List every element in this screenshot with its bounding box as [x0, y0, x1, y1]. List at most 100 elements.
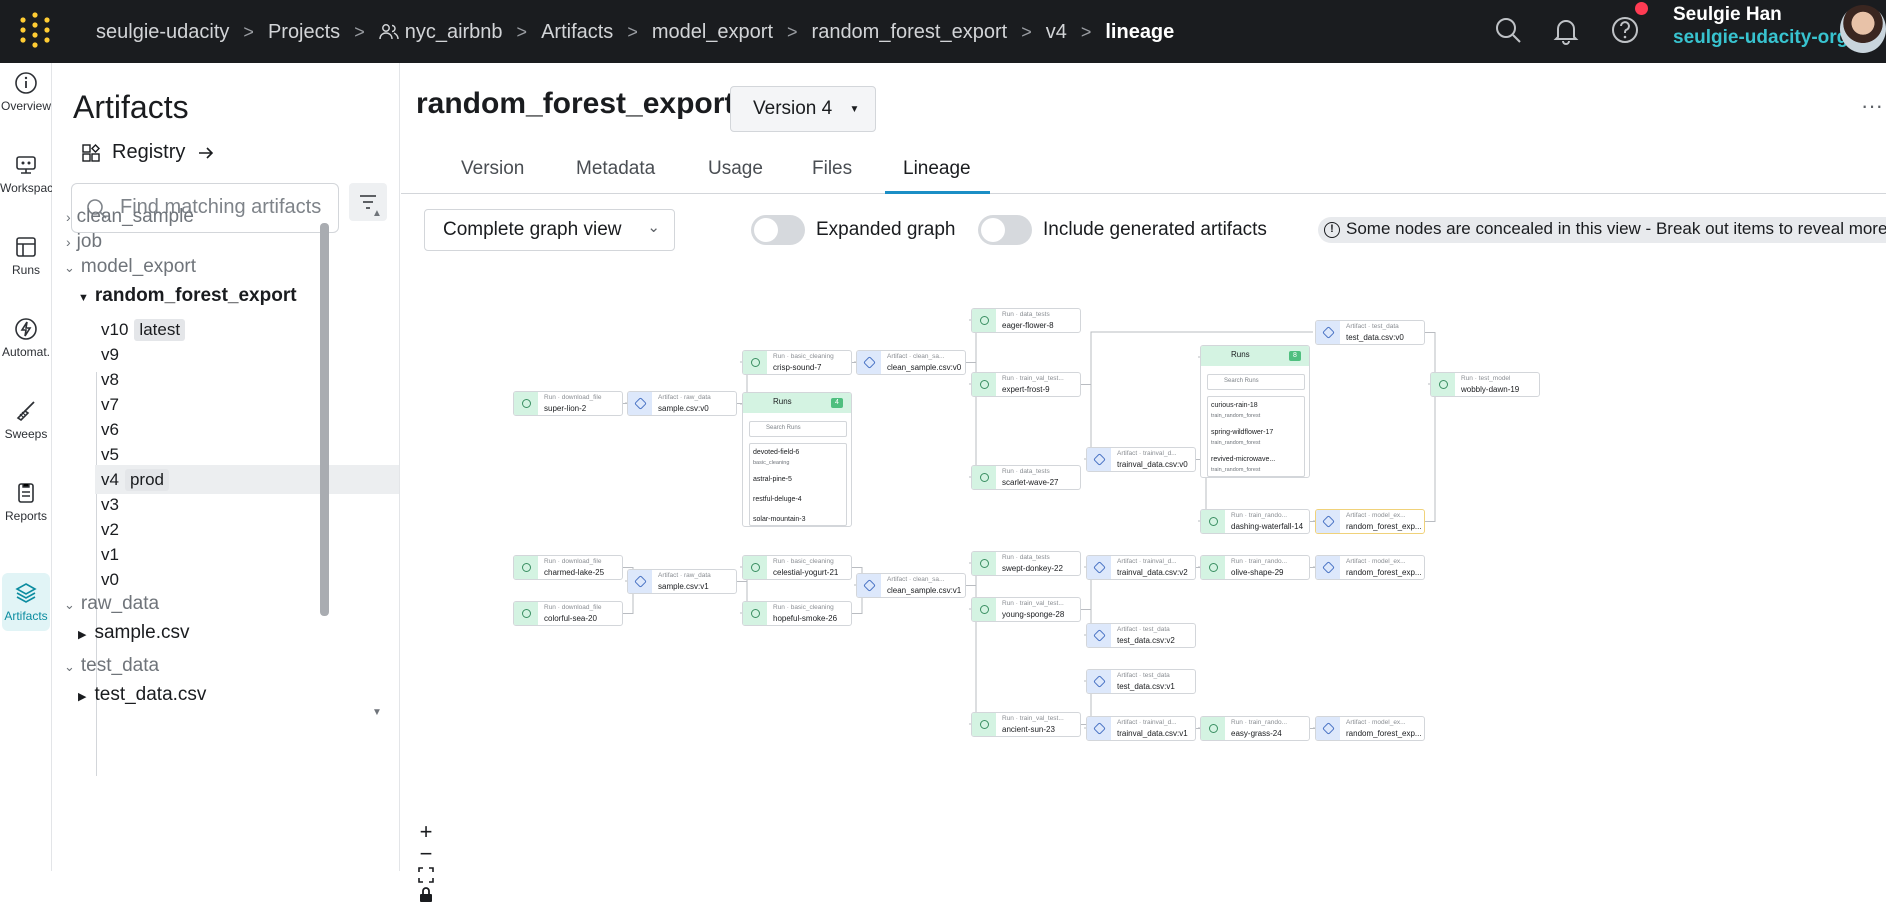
help-icon[interactable] [1609, 14, 1641, 46]
avatar[interactable] [1840, 5, 1886, 53]
graph-run-node[interactable]: Run · data_tests eager-flower-8 [971, 308, 1081, 333]
version-row[interactable]: v0 [95, 565, 399, 594]
graph-artifact-node[interactable]: Artifact · trainval_d... trainval_data.cs… [1086, 716, 1196, 741]
node-name: colorful-sea-20 [544, 614, 597, 623]
graph-artifact-node[interactable]: Artifact · model_ex... random_forest_exp.… [1315, 716, 1425, 741]
graph-artifact-node[interactable]: Artifact · model_ex... random_forest_exp.… [1315, 555, 1425, 580]
node-type: Artifact · trainval_d... [1117, 719, 1177, 726]
runs-search-input[interactable]: Search Runs [1207, 374, 1305, 390]
scroll-up-icon[interactable]: ▲ [372, 208, 382, 219]
runs-list-item[interactable]: curious-rain-18 [1211, 402, 1258, 409]
scrollbar-thumb[interactable] [320, 223, 329, 616]
runs-list-item[interactable]: solar-mountain-3 [753, 516, 806, 523]
graph-artifact-node[interactable]: Artifact · test_data test_data.csv:v1 [1086, 669, 1196, 694]
rail-runs[interactable]: Runs [0, 235, 52, 297]
graph-runs-group[interactable]: Runs 8 Search Runs curious-rain-18 train_ran… [1200, 345, 1310, 478]
tab-version[interactable]: Version [461, 158, 524, 180]
node-name: ancient-sun-23 [1002, 725, 1055, 734]
graph-run-node[interactable]: Run · download_file colorful-sea-20 [513, 601, 623, 626]
node-type: Run · train_rando... [1231, 719, 1288, 726]
graph-run-node[interactable]: Run · basic_cleaning crisp-sound-7 [742, 350, 852, 375]
graph-artifact-node[interactable]: Artifact · model_ex... random_forest_exp.… [1315, 509, 1425, 534]
runs-search-input[interactable]: Search Runs [749, 421, 847, 437]
lock-button[interactable] [416, 887, 436, 907]
graph-run-node[interactable]: Run · download_file super-lion-2 [513, 391, 623, 416]
rail-sweeps[interactable]: Sweeps [0, 399, 52, 461]
graph-artifact-node[interactable]: Artifact · clean_sa... clean_sample.csv:v… [856, 573, 966, 598]
graph-artifact-node[interactable]: Artifact · test_data test_data.csv:v0 [1315, 320, 1425, 345]
rail-automations[interactable]: Automat. [0, 317, 52, 379]
graph-artifact-node[interactable]: Artifact · trainval_d... trainval_data.cs… [1086, 555, 1196, 580]
tree-group-job[interactable]: › job [66, 231, 102, 253]
runs-list-item[interactable]: revived-microwave... [1211, 456, 1275, 463]
graph-artifact-node[interactable]: Artifact · trainval_d... trainval_data.cs… [1086, 447, 1196, 472]
node-name: hopeful-smoke-26 [773, 614, 838, 623]
breadcrumb: seulgie-udacity > Projects > nyc_airbnb … [96, 14, 1174, 50]
runs-list-item-sub: train_random_forest [1211, 467, 1261, 473]
scroll-down-icon[interactable]: ▼ [372, 707, 382, 718]
graph-run-node[interactable]: Run · train_rando... dashing-waterfall-14 [1200, 509, 1310, 534]
tab-lineage[interactable]: Lineage [903, 158, 971, 180]
bell-icon[interactable] [1550, 14, 1582, 46]
fit-view-button[interactable] [416, 867, 436, 887]
runs-list-item[interactable]: devoted-field-6 [753, 449, 799, 456]
tab-metadata[interactable]: Metadata [576, 158, 655, 180]
graph-run-node[interactable]: Run · train_val_test... ancient-sun-23 [971, 712, 1081, 737]
graph-view-dropdown[interactable]: Complete graph view ⌄ [424, 209, 675, 251]
rail-artifacts[interactable]: Artifacts [2, 573, 50, 631]
version-dropdown[interactable]: Version 4 ▼ [730, 86, 876, 132]
include-generated-toggle[interactable] [978, 215, 1032, 245]
tree-artifact-sample[interactable]: ▶ sample.csv [78, 622, 190, 644]
tab-files[interactable]: Files [812, 158, 852, 180]
expanded-graph-toggle[interactable] [751, 215, 805, 245]
graph-artifact-node[interactable]: Artifact · clean_sa... clean_sample.csv:v… [856, 350, 966, 375]
graph-run-node[interactable]: Run · data_tests swept-donkey-22 [971, 551, 1081, 576]
graph-run-node[interactable]: Run · train_val_test... young-sponge-28 [971, 597, 1081, 622]
lineage-graph[interactable]: Run · download_file super-lion-2 Artifact … [401, 268, 1886, 902]
user-org[interactable]: seulgie-udacity-org [1673, 27, 1848, 49]
user-name[interactable]: Seulgie Han [1673, 4, 1782, 26]
graph-run-node[interactable]: Run · train_val_test... expert-frost-9 [971, 372, 1081, 397]
graph-run-node[interactable]: Run · basic_cleaning celestial-yogurt-21 [742, 555, 852, 580]
graph-run-node[interactable]: Run · train_rando... olive-shape-29 [1200, 555, 1310, 580]
rail-workspace[interactable]: Workspace [0, 153, 60, 215]
breadcrumb-project[interactable]: nyc_airbnb [405, 21, 503, 44]
graph-runs-group[interactable]: Runs 4 Search Runs devoted-field-6 basic_cle… [742, 392, 852, 527]
tree-group-raw-data[interactable]: ⌄ raw_data [64, 593, 159, 615]
tree-group-model-export[interactable]: ⌄ model_export [64, 256, 196, 278]
graph-run-node[interactable]: Run · download_file charmed-lake-25 [513, 555, 623, 580]
search-icon[interactable] [1492, 14, 1524, 46]
version-name: v1 [101, 545, 119, 564]
runs-list-item[interactable]: spring-wildflower-17 [1211, 429, 1273, 436]
breadcrumb-projects[interactable]: Projects [268, 21, 340, 44]
rail-reports[interactable]: Reports [0, 481, 52, 543]
graph-run-node[interactable]: Run · test_model wobbly-dawn-19 [1430, 372, 1540, 397]
zoom-in-button[interactable]: + [416, 821, 436, 843]
tree-artifact-test-data[interactable]: ▶ test_data.csv [78, 684, 206, 706]
logo-icon[interactable] [18, 8, 52, 54]
breadcrumb-version[interactable]: v4 [1046, 21, 1067, 44]
tree-artifact-open[interactable]: ▼ random_forest_export [78, 285, 297, 307]
graph-run-node[interactable]: Run · basic_cleaning hopeful-smoke-26 [742, 601, 852, 626]
graph-artifact-node[interactable]: Artifact · test_data test_data.csv:v2 [1086, 623, 1196, 648]
tab-usage[interactable]: Usage [708, 158, 763, 180]
breadcrumb-artifact[interactable]: random_forest_export [812, 21, 1008, 44]
breadcrumb-artifact-type[interactable]: model_export [652, 21, 773, 44]
rail-label: Workspace [0, 181, 60, 195]
registry-link[interactable]: Registry [82, 141, 215, 164]
rail-overview[interactable]: Overview [0, 71, 52, 133]
breadcrumb-entity[interactable]: seulgie-udacity [96, 21, 229, 44]
graph-run-node[interactable]: Run · train_rando... easy-grass-24 [1200, 716, 1310, 741]
node-name: olive-shape-29 [1231, 568, 1284, 577]
runs-list-item[interactable]: astral-pine-5 [753, 476, 792, 483]
more-options-button[interactable]: ··· [1861, 93, 1883, 119]
breadcrumb-artifacts[interactable]: Artifacts [541, 21, 613, 44]
graph-artifact-node[interactable]: Artifact · raw_data sample.csv:v1 [627, 569, 737, 594]
tree-group-test-data[interactable]: ⌄ test_data [64, 655, 159, 677]
runs-list-item-sub: basic_cleaning [753, 460, 790, 466]
tree-group-clean-sample[interactable]: › clean_sample [66, 206, 194, 228]
graph-run-node[interactable]: Run · data_tests scarlet-wave-27 [971, 465, 1081, 490]
graph-artifact-node[interactable]: Artifact · raw_data sample.csv:v0 [627, 391, 737, 416]
runs-list-item[interactable]: restful-deluge-4 [753, 496, 802, 503]
zoom-out-button[interactable]: − [416, 843, 436, 865]
